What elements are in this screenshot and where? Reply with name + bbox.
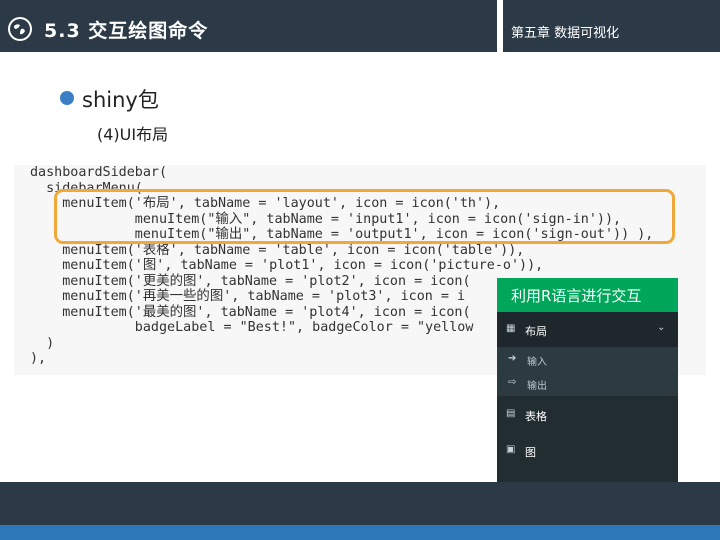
shiny-app-title: 利用R语言进行交互 — [511, 287, 642, 305]
shiny-header: 利用R语言进行交互 — [497, 278, 678, 312]
chapter-label: 第五章 数据可视化 — [511, 26, 620, 41]
chevron-down-icon[interactable]: ⌄ — [657, 322, 665, 333]
menu-item-label: 布局 — [525, 325, 547, 338]
menu-item-label: 图 — [525, 446, 536, 459]
code-line: ), — [30, 351, 47, 366]
globe-logo-icon — [8, 17, 32, 41]
code-line: badgeLabel = "Best!", badgeColor = "yell… — [30, 320, 474, 335]
th-icon: ▦ — [506, 323, 516, 334]
submenu: ➔ 输入 ⇨ 输出 — [497, 347, 678, 396]
table-icon: ▤ — [506, 408, 516, 419]
sub-heading: (4)UI布局 — [97, 125, 169, 144]
bullet-dot-icon — [60, 91, 74, 105]
sign-in-icon: ➔ — [508, 353, 517, 364]
bullet-heading: shiny包 — [82, 88, 159, 112]
menu-item-layout[interactable]: ▦ 布局 ⌄ — [497, 312, 678, 347]
sign-out-icon: ⇨ — [508, 377, 517, 388]
header-underline — [0, 52, 720, 56]
code-line: menuItem('最美的图', tabName = 'plot4', icon… — [30, 304, 471, 320]
header-divider — [497, 0, 503, 56]
menu-item-label: 输入 — [527, 357, 547, 368]
code-line: menuItem('再美一些的图', tabName = 'plot3', ic… — [30, 289, 466, 304]
footer-blue-band — [0, 525, 720, 540]
menu-item-label: 表格 — [525, 410, 547, 423]
picture-icon: ▣ — [506, 444, 516, 455]
header-bar: 5.3 交互绘图命令 第五章 数据可视化 — [0, 0, 720, 56]
menu-item-label: 输出 — [527, 381, 547, 392]
code-line: menuItem('图', tabName = 'plot1', icon = … — [30, 258, 544, 273]
code-line: menuItem('表格', tabName = 'table', icon =… — [30, 242, 525, 258]
code-highlight-box — [54, 189, 675, 244]
slide-title: 5.3 交互绘图命令 — [44, 20, 209, 42]
code-line: dashboardSidebar( — [30, 165, 168, 180]
footer-dark-band — [0, 482, 720, 525]
code-line: ) — [30, 335, 55, 351]
shiny-app-screenshot: 利用R语言进行交互 ▦ 布局 ⌄ ➔ 输入 ⇨ 输出 ▤ 表格 ▣ 图 — [497, 278, 678, 482]
code-line: menuItem('更美的图', tabName = 'plot2', icon… — [30, 273, 471, 289]
shiny-sidebar: ▦ 布局 ⌄ ➔ 输入 ⇨ 输出 ▤ 表格 ▣ 图 — [497, 312, 678, 482]
